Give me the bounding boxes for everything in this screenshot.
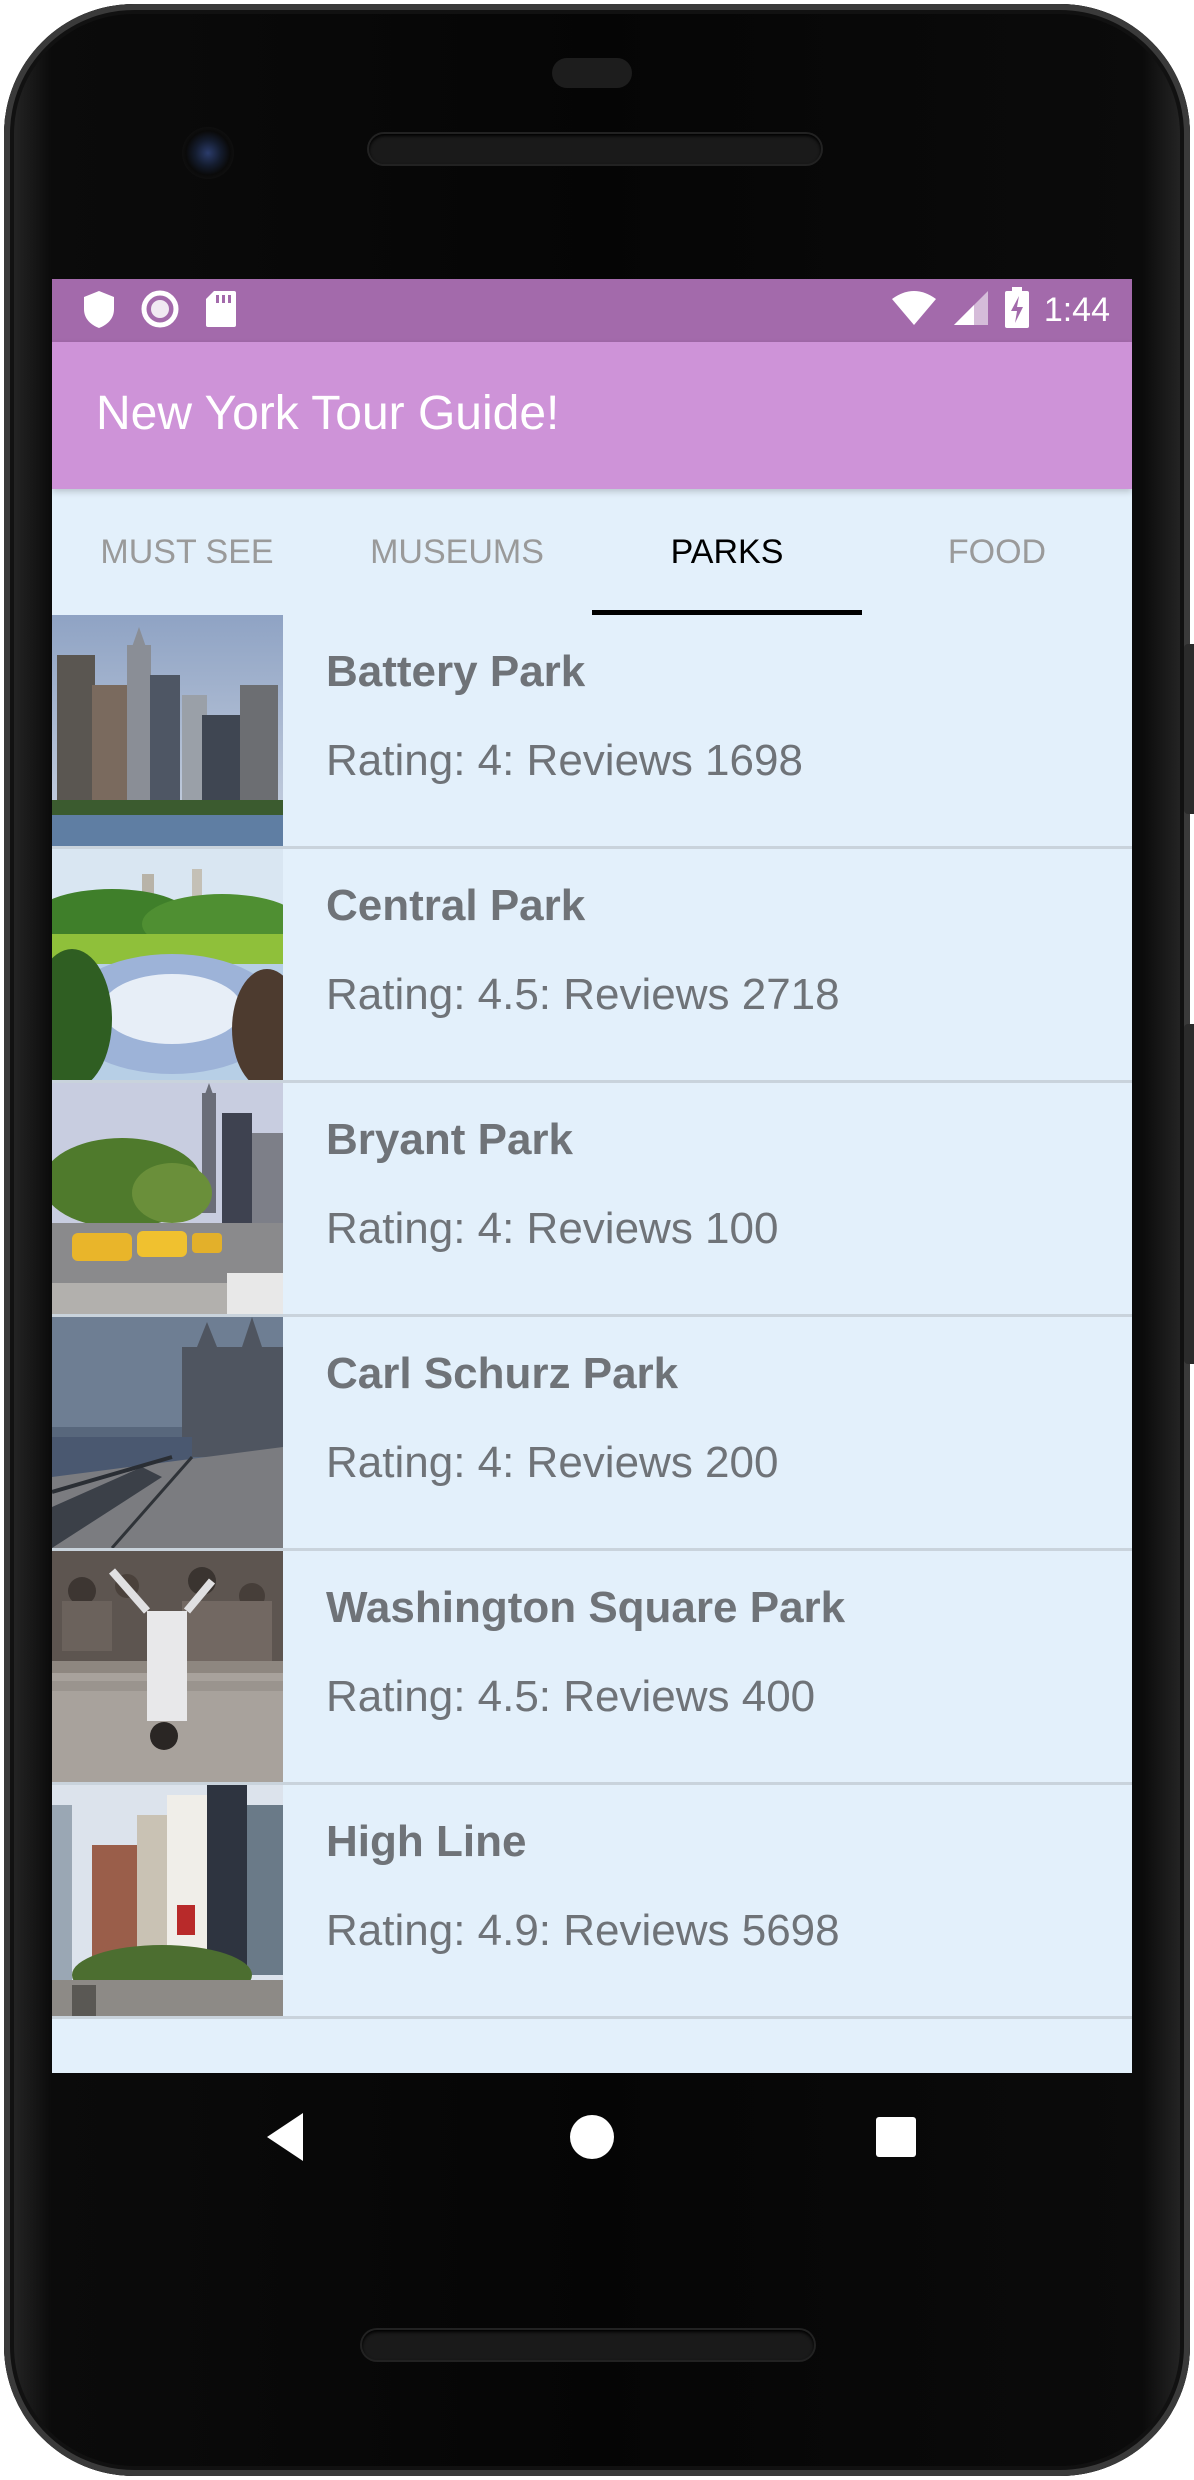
place-rating: Rating: 4: Reviews 200 [326, 1438, 779, 1487]
front-camera [182, 127, 234, 179]
park-pond-photo [52, 849, 283, 1080]
city-buildings-photo [52, 1785, 283, 2016]
list-item[interactable]: Bryant Park Rating: 4: Reviews 100 [52, 1083, 1132, 1317]
place-name: Battery Park [326, 647, 586, 696]
bottom-speaker [362, 2330, 814, 2360]
home-button[interactable] [532, 2073, 652, 2199]
place-rating: Rating: 4: Reviews 1698 [326, 736, 803, 785]
tab-parks[interactable]: PARKS [592, 489, 862, 615]
recents-icon [876, 2117, 916, 2157]
place-name: Central Park [326, 881, 586, 930]
tab-museums[interactable]: MUSEUMS [322, 489, 592, 615]
place-name: Carl Schurz Park [326, 1349, 679, 1398]
recents-button[interactable] [836, 2073, 956, 2199]
volume-button [1184, 1024, 1194, 1364]
status-bar: 1:44 [52, 279, 1132, 342]
skyline-waterfront-photo [52, 615, 283, 846]
list-item[interactable]: High Line Rating: 4.9: Reviews 5698 [52, 1785, 1132, 2019]
place-rating: Rating: 4.5: Reviews 2718 [326, 970, 840, 1019]
street-dancer-photo [52, 1551, 283, 1782]
earpiece-speaker [369, 134, 821, 164]
tab-bar: MUST SEE MUSEUMS PARKS FOOD [52, 489, 1132, 615]
shield-icon [82, 289, 116, 333]
sd-card-icon [204, 289, 238, 333]
wifi-icon [890, 289, 938, 331]
battery-charging-icon [1004, 287, 1030, 333]
proximity-sensor [552, 58, 632, 88]
riverside-promenade-photo [52, 1317, 283, 1548]
app-bar: New York Tour Guide! [52, 342, 1132, 489]
clock: 1:44 [1043, 290, 1110, 329]
place-name: Washington Square Park [326, 1583, 846, 1632]
signal-icon [952, 289, 990, 331]
navigation-bar [52, 2073, 1132, 2199]
back-icon [267, 2113, 303, 2161]
street-taxis-photo [52, 1083, 283, 1314]
tab-must-see[interactable]: MUST SEE [52, 489, 322, 615]
place-rating: Rating: 4.9: Reviews 5698 [326, 1906, 840, 1955]
places-list: Battery Park Rating: 4: Reviews 1698 Cen… [52, 615, 1132, 2019]
record-icon [140, 289, 180, 333]
place-rating: Rating: 4: Reviews 100 [326, 1204, 779, 1253]
tab-food[interactable]: FOOD [862, 489, 1132, 615]
place-name: High Line [326, 1817, 527, 1866]
screen: 1:44 New York Tour Guide! MUST SEE MUSEU… [52, 279, 1132, 2073]
back-button[interactable] [227, 2073, 347, 2199]
place-rating: Rating: 4.5: Reviews 400 [326, 1672, 816, 1721]
home-icon [570, 2115, 614, 2159]
app-title: New York Tour Guide! [96, 387, 560, 440]
list-item[interactable]: Battery Park Rating: 4: Reviews 1698 [52, 615, 1132, 849]
power-button [1184, 644, 1194, 814]
list-item[interactable]: Washington Square Park Rating: 4.5: Revi… [52, 1551, 1132, 1785]
place-name: Bryant Park [326, 1115, 574, 1164]
list-item[interactable]: Central Park Rating: 4.5: Reviews 2718 [52, 849, 1132, 1083]
list-item[interactable]: Carl Schurz Park Rating: 4: Reviews 200 [52, 1317, 1132, 1551]
